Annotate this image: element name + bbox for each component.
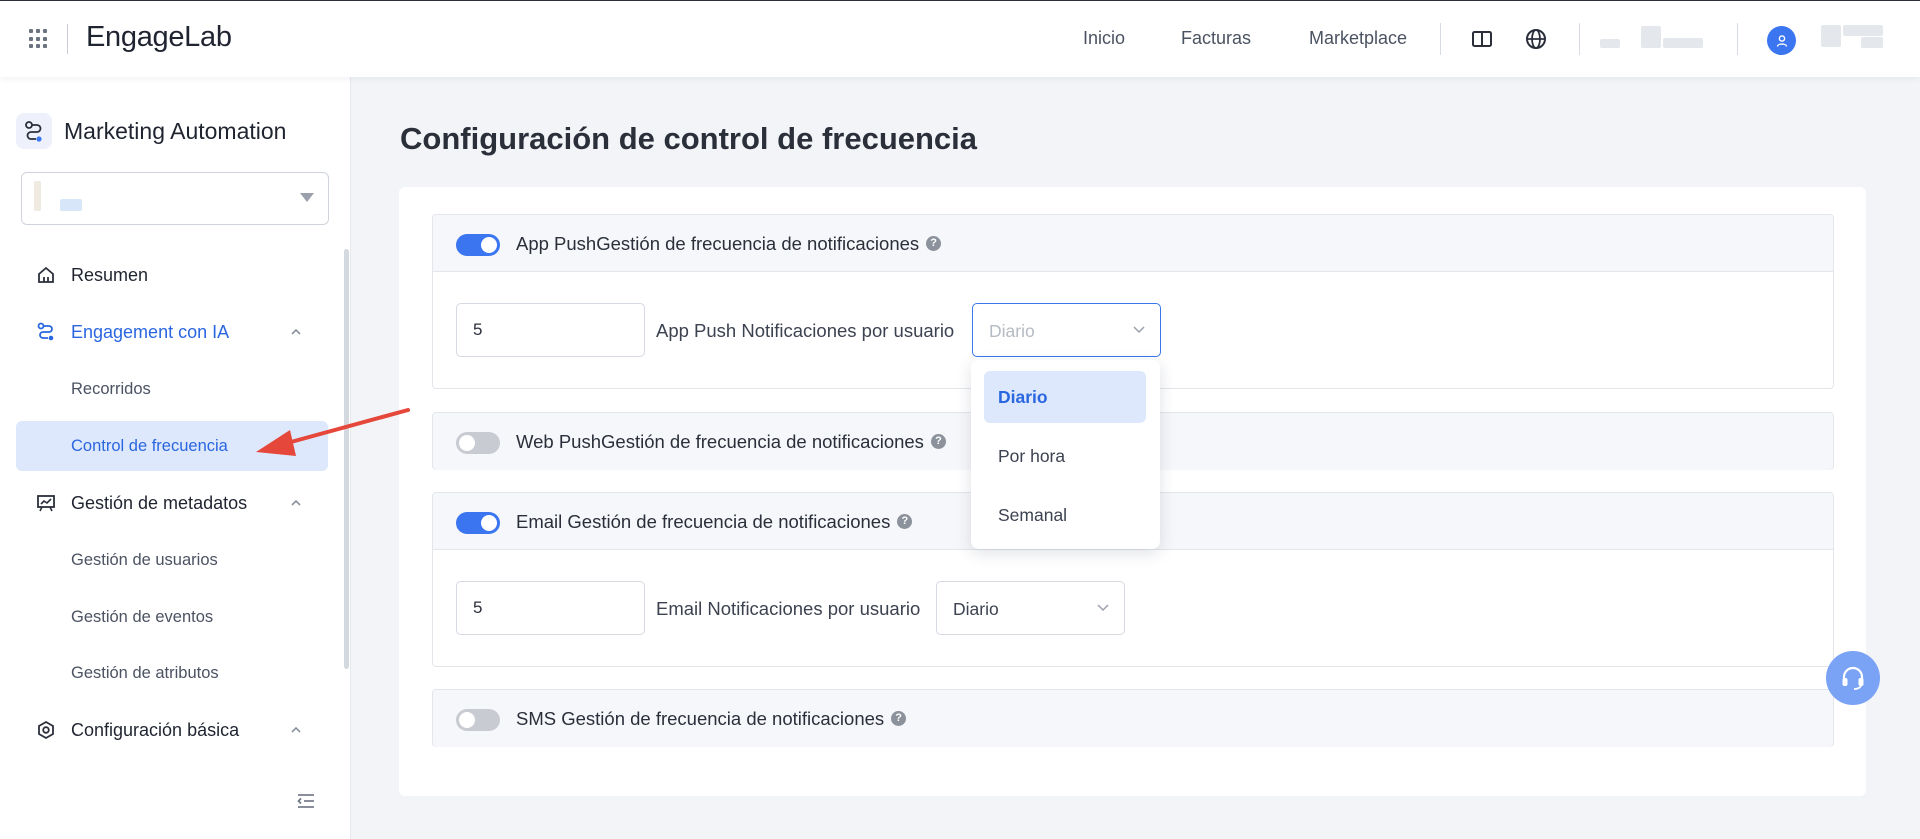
sidebar-item-metadatos[interactable]: Gestión de metadatos bbox=[0, 478, 351, 528]
chevron-up-icon bbox=[291, 499, 301, 506]
home-icon bbox=[38, 266, 54, 283]
sidebar-item-label: Engagement con IA bbox=[71, 321, 230, 342]
sidebar-item-label: Resumen bbox=[71, 264, 149, 285]
dropdown-option-semanal[interactable]: Semanal bbox=[984, 489, 1146, 541]
chevron-up-icon bbox=[291, 328, 301, 335]
headset-icon bbox=[1842, 666, 1864, 690]
sidebar-item-engagement[interactable]: Engagement con IA bbox=[0, 307, 351, 357]
email-frequency-select[interactable]: Diario bbox=[936, 581, 1125, 635]
help-icon[interactable]: ? bbox=[930, 433, 946, 449]
chevron-down-icon bbox=[1097, 604, 1109, 612]
panel-body: Email Notificaciones por usuario Diario bbox=[433, 550, 1833, 666]
book-icon[interactable] bbox=[1470, 27, 1494, 51]
chevron-up-icon bbox=[291, 726, 301, 733]
sidebar-item-label: Gestión de usuarios bbox=[71, 550, 218, 569]
per-user-label: Email Notificaciones por usuario bbox=[656, 598, 921, 619]
sidebar-item-resumen[interactable]: Resumen bbox=[0, 250, 351, 300]
app-push-frequency-select[interactable]: Diario bbox=[972, 303, 1161, 357]
help-icon[interactable]: ? bbox=[891, 710, 907, 726]
sidebar-item-label: Control de frecuencia bbox=[71, 436, 228, 455]
frequency-dropdown: Diario Por hora Semanal bbox=[971, 360, 1160, 549]
sms-panel: SMS Gestión de frecuencia de notificacio… bbox=[432, 689, 1834, 747]
panel-title: SMS Gestión de frecuencia de notificacio… bbox=[516, 708, 907, 730]
sidebar-item-label: Recorridos bbox=[71, 379, 151, 398]
user-icon bbox=[1776, 34, 1787, 47]
blurred-username bbox=[1843, 25, 1883, 36]
presentation-chart-icon bbox=[37, 495, 55, 512]
nav-facturas[interactable]: Facturas bbox=[1181, 28, 1251, 49]
automation-icon bbox=[16, 113, 52, 149]
sidebar-item-atributos[interactable]: Gestión de atributos bbox=[16, 648, 328, 698]
app-push-toggle[interactable] bbox=[456, 234, 500, 256]
blurred-username bbox=[1861, 37, 1883, 48]
panel-title: Email Gestión de frecuencia de notificac… bbox=[516, 511, 913, 533]
sidebar-item-label: Gestión de metadatos bbox=[71, 492, 248, 513]
per-user-label: App Push Notificaciones por usuario bbox=[656, 320, 955, 341]
panel-header: App PushGestión de frecuencia de notific… bbox=[433, 215, 1833, 272]
panel-header: SMS Gestión de frecuencia de notificacio… bbox=[433, 690, 1833, 747]
nav-divider bbox=[1579, 23, 1580, 55]
sidebar-item-usuarios[interactable]: Gestión de usuarios bbox=[16, 535, 328, 585]
web-push-toggle[interactable] bbox=[456, 432, 500, 454]
blurred-account[interactable] bbox=[1600, 39, 1620, 48]
app-push-count-input[interactable] bbox=[456, 303, 645, 357]
blurred-project bbox=[60, 199, 82, 211]
blurred-username bbox=[1821, 25, 1841, 47]
email-count-input[interactable] bbox=[456, 581, 645, 635]
panel-title: Web PushGestión de frecuencia de notific… bbox=[516, 431, 946, 453]
grid-apps-icon[interactable] bbox=[29, 29, 49, 49]
project-selector[interactable] bbox=[21, 172, 329, 225]
collapse-sidebar-icon[interactable] bbox=[296, 792, 316, 810]
help-icon[interactable]: ? bbox=[926, 235, 942, 251]
sidebar-item-label: Gestión de atributos bbox=[71, 663, 219, 682]
nav-marketplace[interactable]: Marketplace bbox=[1309, 28, 1407, 49]
sidebar-item-eventos[interactable]: Gestión de eventos bbox=[16, 592, 328, 642]
chevron-down-icon bbox=[1133, 326, 1145, 334]
select-value: Diario bbox=[989, 321, 1035, 341]
hexagon-settings-icon bbox=[38, 720, 54, 740]
nav-divider bbox=[1440, 23, 1441, 55]
sms-toggle[interactable] bbox=[456, 709, 500, 731]
email-toggle[interactable] bbox=[456, 512, 500, 534]
engagelab-logo[interactable]: EngageLab bbox=[86, 21, 232, 54]
blurred-account[interactable] bbox=[1663, 38, 1703, 48]
avatar[interactable] bbox=[1767, 26, 1796, 55]
support-chat-button[interactable] bbox=[1826, 651, 1880, 705]
globe-icon[interactable] bbox=[1524, 27, 1548, 51]
nav-inicio[interactable]: Inicio bbox=[1083, 28, 1125, 49]
blurred-project bbox=[34, 181, 41, 211]
top-bar: EngageLab Inicio Facturas Marketplace bbox=[0, 0, 1920, 77]
panel-title: App PushGestión de frecuencia de notific… bbox=[516, 233, 942, 255]
nav-divider bbox=[1737, 23, 1738, 55]
dropdown-option-por-hora[interactable]: Por hora bbox=[984, 430, 1146, 482]
annotation-arrow-icon bbox=[256, 408, 410, 456]
logo-divider bbox=[67, 24, 68, 54]
caret-down-icon bbox=[300, 193, 314, 202]
select-value: Diario bbox=[953, 599, 999, 619]
sidebar-item-label: Configuración básica bbox=[71, 719, 240, 740]
sidebar-item-label: Gestión de eventos bbox=[71, 607, 214, 626]
blurred-account[interactable] bbox=[1641, 26, 1661, 48]
sidebar-item-configuracion[interactable]: Configuración básica bbox=[0, 705, 351, 755]
app-title: Marketing Automation bbox=[64, 118, 287, 144]
flow-icon bbox=[37, 322, 54, 341]
dropdown-option-diario[interactable]: Diario bbox=[984, 371, 1146, 423]
help-icon[interactable]: ? bbox=[897, 513, 913, 529]
page-title: Configuración de control de frecuencia bbox=[400, 121, 978, 156]
